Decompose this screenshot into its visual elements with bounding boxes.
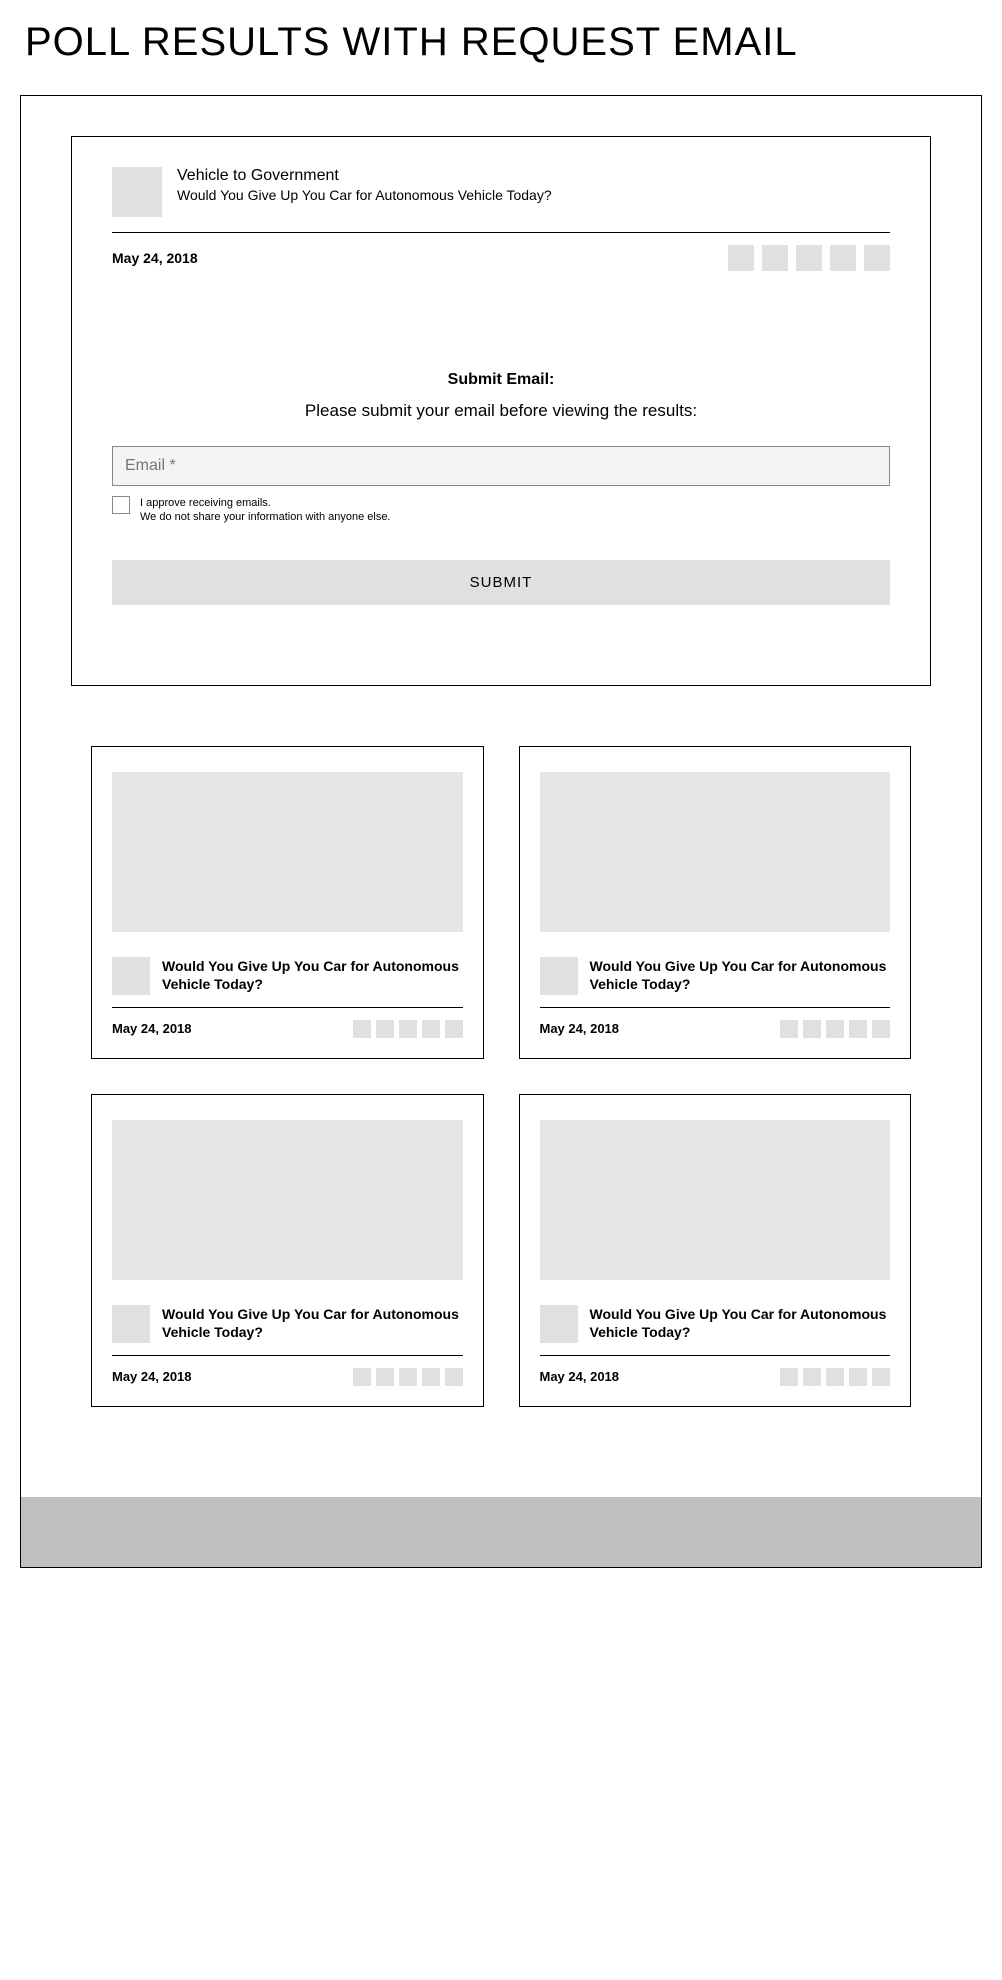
- consent-checkbox[interactable]: [112, 496, 130, 514]
- email-input[interactable]: [112, 446, 890, 486]
- share-icon[interactable]: [826, 1368, 844, 1386]
- related-header: Would You Give Up You Car for Autonomous…: [112, 957, 463, 1007]
- consent-text: I approve receiving emails. We do not sh…: [140, 496, 391, 525]
- related-share-icons: [353, 1368, 463, 1386]
- share-icon[interactable]: [826, 1020, 844, 1038]
- related-avatar-placeholder: [540, 957, 578, 995]
- related-date: May 24, 2018: [112, 1369, 192, 1384]
- related-title: Would You Give Up You Car for Autonomous…: [162, 1305, 463, 1343]
- share-icon[interactable]: [830, 245, 856, 271]
- publish-date: May 24, 2018: [112, 250, 198, 266]
- consent-line: I approve receiving emails.: [140, 496, 391, 510]
- related-header: Would You Give Up You Car for Autonomous…: [540, 957, 891, 1007]
- related-card[interactable]: Would You Give Up You Car for Autonomous…: [91, 1094, 484, 1407]
- share-icon[interactable]: [803, 1368, 821, 1386]
- consent-row: I approve receiving emails. We do not sh…: [112, 496, 890, 525]
- related-card[interactable]: Would You Give Up You Car for Autonomous…: [91, 746, 484, 1059]
- site-name: Vehicle to Government: [177, 167, 890, 185]
- share-icon[interactable]: [728, 245, 754, 271]
- related-card[interactable]: Would You Give Up You Car for Autonomous…: [519, 1094, 912, 1407]
- share-icon[interactable]: [399, 1020, 417, 1038]
- related-share-icons: [780, 1020, 890, 1038]
- share-icon[interactable]: [849, 1020, 867, 1038]
- email-heading: Submit Email:: [112, 371, 890, 389]
- related-grid: Would You Give Up You Car for Autonomous…: [21, 746, 981, 1457]
- share-icon[interactable]: [864, 245, 890, 271]
- footer-placeholder: [21, 1497, 981, 1567]
- share-icon[interactable]: [445, 1368, 463, 1386]
- related-thumbnail-placeholder: [112, 1120, 463, 1280]
- share-icon[interactable]: [796, 245, 822, 271]
- related-meta: May 24, 2018: [540, 1356, 891, 1386]
- share-icon[interactable]: [780, 1368, 798, 1386]
- related-meta: May 24, 2018: [540, 1008, 891, 1038]
- meta-row: May 24, 2018: [112, 233, 890, 271]
- share-icon[interactable]: [872, 1368, 890, 1386]
- share-icon[interactable]: [803, 1020, 821, 1038]
- related-title: Would You Give Up You Car for Autonomous…: [590, 1305, 891, 1343]
- related-title: Would You Give Up You Car for Autonomous…: [590, 957, 891, 995]
- related-date: May 24, 2018: [540, 1369, 620, 1384]
- related-avatar-placeholder: [540, 1305, 578, 1343]
- share-icon[interactable]: [353, 1368, 371, 1386]
- share-icon[interactable]: [780, 1020, 798, 1038]
- share-icon[interactable]: [422, 1368, 440, 1386]
- related-date: May 24, 2018: [112, 1021, 192, 1036]
- share-icon[interactable]: [399, 1368, 417, 1386]
- share-icon[interactable]: [762, 245, 788, 271]
- main-header: Vehicle to Government Would You Give Up …: [112, 167, 890, 232]
- related-title: Would You Give Up You Car for Autonomous…: [162, 957, 463, 995]
- share-icons: [728, 245, 890, 271]
- related-header: Would You Give Up You Car for Autonomous…: [540, 1305, 891, 1355]
- related-date: May 24, 2018: [540, 1021, 620, 1036]
- share-icon[interactable]: [849, 1368, 867, 1386]
- submit-button[interactable]: SUBMIT: [112, 560, 890, 605]
- related-share-icons: [353, 1020, 463, 1038]
- related-card[interactable]: Would You Give Up You Car for Autonomous…: [519, 746, 912, 1059]
- related-avatar-placeholder: [112, 957, 150, 995]
- share-icon[interactable]: [422, 1020, 440, 1038]
- page-frame: Vehicle to Government Would You Give Up …: [20, 95, 982, 1568]
- related-share-icons: [780, 1368, 890, 1386]
- share-icon[interactable]: [376, 1368, 394, 1386]
- share-icon[interactable]: [445, 1020, 463, 1038]
- related-meta: May 24, 2018: [112, 1008, 463, 1038]
- author-avatar-placeholder: [112, 167, 162, 217]
- poll-question: Would You Give Up You Car for Autonomous…: [177, 187, 890, 203]
- email-description: Please submit your email before viewing …: [112, 401, 890, 421]
- related-meta: May 24, 2018: [112, 1356, 463, 1386]
- related-header: Would You Give Up You Car for Autonomous…: [112, 1305, 463, 1355]
- consent-line: We do not share your information with an…: [140, 510, 391, 524]
- page-title: POLL RESULTS WITH REQUEST EMAIL: [0, 0, 1002, 95]
- main-poll-card: Vehicle to Government Would You Give Up …: [71, 136, 931, 686]
- share-icon[interactable]: [376, 1020, 394, 1038]
- related-avatar-placeholder: [112, 1305, 150, 1343]
- main-titles: Vehicle to Government Would You Give Up …: [177, 167, 890, 203]
- email-gate-section: Submit Email: Please submit your email b…: [112, 371, 890, 605]
- related-thumbnail-placeholder: [112, 772, 463, 932]
- related-thumbnail-placeholder: [540, 1120, 891, 1280]
- related-thumbnail-placeholder: [540, 772, 891, 932]
- share-icon[interactable]: [872, 1020, 890, 1038]
- share-icon[interactable]: [353, 1020, 371, 1038]
